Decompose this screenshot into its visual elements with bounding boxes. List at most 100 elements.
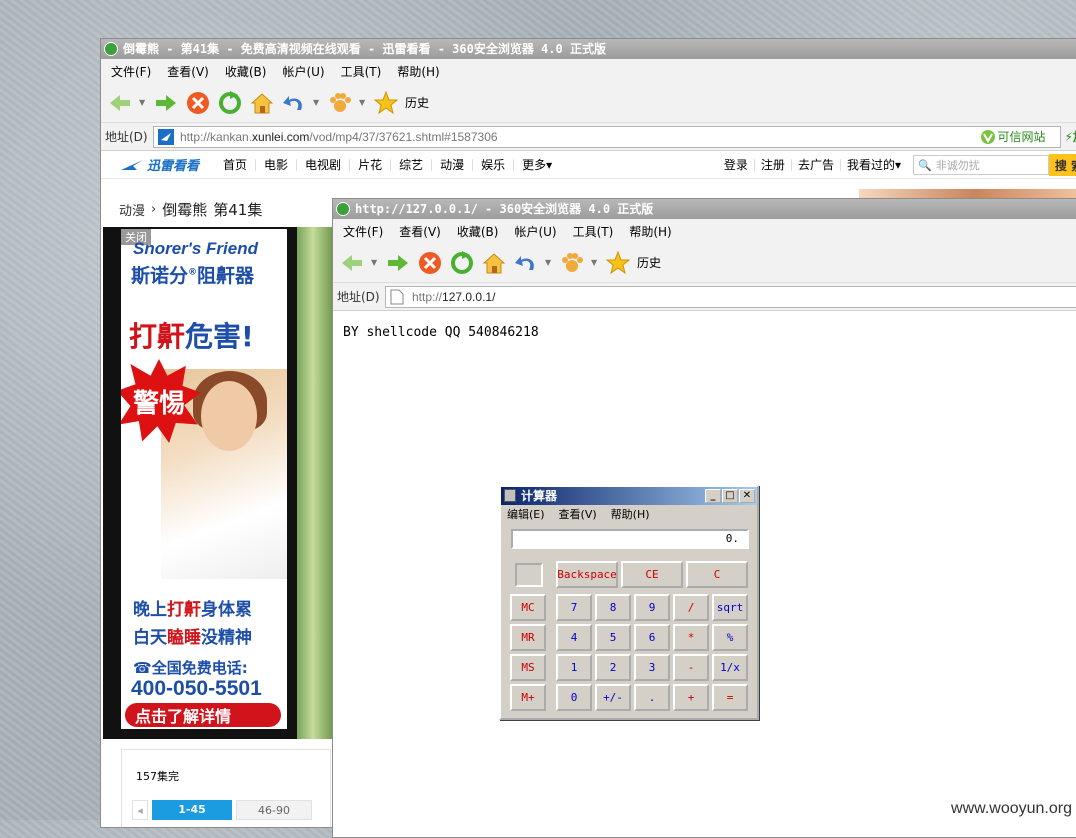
percent-button[interactable]: % [712, 624, 748, 651]
nav-entertainment[interactable]: 娱乐 [473, 158, 515, 171]
register-link[interactable]: 注册 [755, 159, 792, 171]
calculator-titlebar[interactable]: 计算器 _ □ ✕ [501, 487, 757, 505]
nav-tv[interactable]: 电视剧 [297, 158, 351, 171]
nav-variety[interactable]: 综艺 [391, 158, 433, 171]
star-icon[interactable] [605, 250, 631, 276]
five-button[interactable]: 5 [595, 624, 631, 651]
main-window-titlebar[interactable]: 倒霉熊 - 第41集 - 免费高清视频在线观看 - 迅雷看看 - 360安全浏览… [101, 39, 1076, 59]
eight-button[interactable]: 8 [595, 594, 631, 621]
minimize-icon[interactable]: _ [705, 489, 721, 503]
equals-button[interactable]: = [712, 684, 748, 711]
breadcrumb-title: 倒霉熊 [162, 201, 208, 219]
menu-favorites[interactable]: 收藏(B) [225, 63, 267, 80]
stop-icon[interactable] [185, 90, 211, 116]
paw-dropdown-icon[interactable]: ▼ [359, 98, 367, 107]
site-logo[interactable]: 迅雷看看 [121, 155, 199, 174]
snorer-ad[interactable]: 关闭 Snorer's Friend 斯诺分®阻鼾器 打鼾危害! 警惕 晚上打鼾… [121, 229, 287, 729]
menu-account[interactable]: 帐户(U) [282, 63, 324, 80]
menu-view[interactable]: 查看(V) [167, 63, 209, 80]
login-link[interactable]: 登录 [718, 159, 755, 171]
history-button[interactable]: 历史 [637, 254, 661, 271]
paw-icon[interactable] [559, 250, 585, 276]
home-icon[interactable] [249, 90, 275, 116]
mc-button[interactable]: MC [510, 594, 546, 621]
menu-favorites[interactable]: 收藏(B) [457, 223, 499, 240]
menu-help[interactable]: 帮助(H) [397, 63, 439, 80]
close-icon[interactable]: ✕ [739, 489, 755, 503]
paw-dropdown-icon[interactable]: ▼ [591, 258, 599, 267]
menu-view[interactable]: 查看(V) [399, 223, 441, 240]
calc-menu-edit[interactable]: 编辑(E) [507, 506, 545, 522]
refresh-icon[interactable] [217, 90, 243, 116]
episode-tab-2[interactable]: 46-90 [236, 800, 312, 820]
negate-button[interactable]: +/- [595, 684, 631, 711]
site-search-input[interactable]: 🔍 非诚勿扰 [913, 155, 1049, 175]
back-dropdown-icon[interactable]: ▼ [371, 258, 379, 267]
divide-button[interactable]: / [673, 594, 709, 621]
episode-prev-icon[interactable]: ◂ [132, 800, 148, 820]
maximize-icon[interactable]: □ [722, 489, 738, 503]
search-button[interactable]: 搜 索 [1049, 154, 1076, 176]
one-button[interactable]: 1 [556, 654, 592, 681]
menu-account[interactable]: 帐户(U) [514, 223, 556, 240]
reciprocal-button[interactable]: 1/x [712, 654, 748, 681]
undo-dropdown-icon[interactable]: ▼ [313, 98, 321, 107]
backspace-button[interactable]: Backspace [556, 561, 618, 588]
seven-button[interactable]: 7 [556, 594, 592, 621]
menu-tools[interactable]: 工具(T) [573, 223, 614, 240]
ad-line1: 晚上打鼾身体累 [133, 595, 252, 620]
add-button[interactable]: + [673, 684, 709, 711]
undo-dropdown-icon[interactable]: ▼ [545, 258, 553, 267]
trusted-site-badge[interactable]: 可信网站 [980, 128, 1060, 145]
subtract-button[interactable]: - [673, 654, 709, 681]
popup-window-titlebar[interactable]: http://127.0.0.1/ - 360安全浏览器 4.0 正式版 [333, 199, 1076, 219]
nav-movie[interactable]: 电影 [256, 158, 298, 171]
three-button[interactable]: 3 [634, 654, 670, 681]
nav-more[interactable]: 更多▾ [514, 159, 560, 171]
decimal-button[interactable]: . [634, 684, 670, 711]
nine-button[interactable]: 9 [634, 594, 670, 621]
menu-help[interactable]: 帮助(H) [629, 223, 671, 240]
ce-button[interactable]: CE [621, 561, 683, 588]
four-button[interactable]: 4 [556, 624, 592, 651]
zero-button[interactable]: 0 [556, 684, 592, 711]
ms-button[interactable]: MS [510, 654, 546, 681]
nav-home[interactable]: 首页 [215, 158, 257, 171]
watched-link[interactable]: 我看过的▾ [841, 159, 907, 171]
menu-file[interactable]: 文件(F) [343, 223, 383, 240]
back-icon[interactable] [339, 250, 365, 276]
refresh-icon[interactable] [449, 250, 475, 276]
home-icon[interactable] [481, 250, 507, 276]
menu-file[interactable]: 文件(F) [111, 63, 151, 80]
undo-icon[interactable] [281, 90, 307, 116]
c-button[interactable]: C [686, 561, 748, 588]
breadcrumb-anime[interactable]: 动漫 [119, 200, 145, 219]
two-button[interactable]: 2 [595, 654, 631, 681]
forward-icon[interactable] [385, 250, 411, 276]
episode-tab-1[interactable]: 1-45 [152, 800, 232, 820]
nav-anime[interactable]: 动漫 [432, 158, 474, 171]
menu-tools[interactable]: 工具(T) [341, 63, 382, 80]
ad-cta-button[interactable]: 点击了解详情 [125, 703, 281, 727]
star-icon[interactable] [373, 90, 399, 116]
popup-url-field[interactable]: http://127.0.0.1/ [385, 285, 1076, 308]
add-button[interactable]: ⚡加 [1065, 128, 1076, 145]
multiply-button[interactable]: * [673, 624, 709, 651]
calc-menu-view[interactable]: 查看(V) [559, 506, 597, 522]
forward-icon[interactable] [153, 90, 179, 116]
back-dropdown-icon[interactable]: ▼ [139, 98, 147, 107]
paw-icon[interactable] [327, 90, 353, 116]
video-player[interactable] [297, 227, 337, 739]
calc-menu-help[interactable]: 帮助(H) [611, 506, 650, 522]
stop-icon[interactable] [417, 250, 443, 276]
sqrt-button[interactable]: sqrt [712, 594, 748, 621]
back-icon[interactable] [107, 90, 133, 116]
history-button[interactable]: 历史 [405, 94, 429, 111]
undo-icon[interactable] [513, 250, 539, 276]
mr-button[interactable]: MR [510, 624, 546, 651]
mplus-button[interactable]: M+ [510, 684, 546, 711]
remove-ads-link[interactable]: 去广告 [792, 159, 841, 171]
six-button[interactable]: 6 [634, 624, 670, 651]
main-url-field[interactable]: http://kankan. xunlei.com/vod/mp4/37/3762… [153, 125, 1061, 148]
nav-trailer[interactable]: 片花 [350, 158, 392, 171]
